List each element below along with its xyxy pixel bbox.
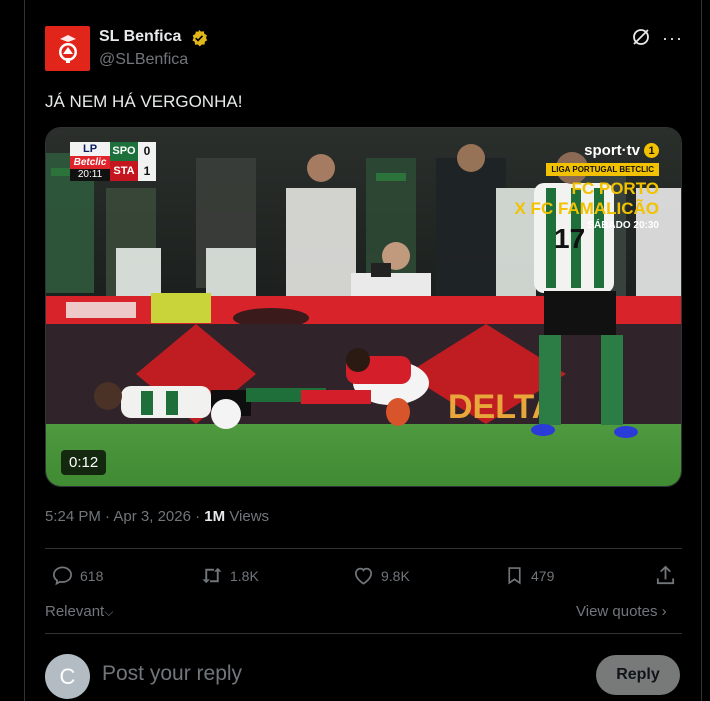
author-handle[interactable]: @SLBenfica	[99, 51, 188, 69]
reply-button[interactable]: Reply	[596, 655, 680, 695]
channel-logo: sport·tv	[584, 142, 640, 159]
sponsor-label: Betclic	[70, 156, 110, 169]
like-count: 9.8K	[381, 567, 410, 584]
home-score: 0	[138, 142, 156, 161]
chevron-right-icon: ›	[661, 603, 667, 620]
bookmark-icon	[508, 567, 521, 585]
league-banner: LIGA PORTUGAL BETCLIC	[546, 163, 659, 176]
reply-action[interactable]: 618	[51, 564, 103, 587]
grok-icon[interactable]	[631, 27, 651, 47]
repost-icon	[202, 567, 222, 584]
like-action[interactable]: 9.8K	[352, 564, 410, 587]
view-quotes-label: View quotes	[576, 603, 658, 620]
divider	[45, 633, 682, 634]
repost-action[interactable]: 1.8K	[200, 564, 259, 587]
video-player[interactable]: DELTA 17 LP Betclic 20:11 SPO 0 STA 1 sp…	[45, 127, 682, 487]
post-time[interactable]: 5:24 PM	[45, 508, 101, 525]
bookmark-count: 479	[531, 567, 555, 584]
bookmark-action[interactable]: 479	[504, 564, 554, 587]
view-quotes-link[interactable]: View quotes ›	[576, 603, 667, 620]
scoreboard: LP Betclic 20:11 SPO 0 STA 1	[70, 142, 158, 181]
meta-separator: ·	[105, 508, 111, 525]
share-action[interactable]	[654, 564, 677, 587]
repost-count: 1.8K	[230, 567, 259, 584]
views-label: Views	[229, 508, 270, 525]
verified-badge-icon	[192, 29, 208, 47]
promo-team-2: X FC FAMALICÃO	[514, 199, 660, 218]
share-icon	[656, 565, 675, 585]
divider	[45, 548, 682, 549]
post-meta: 5:24 PM · Apr 3, 2026 · 1M Views	[45, 508, 269, 525]
reply-icon	[53, 566, 72, 586]
match-clock: 20:11	[70, 169, 110, 181]
reply-input[interactable]: Post your reply	[102, 662, 242, 686]
league-logo: LP	[70, 142, 110, 156]
views-count: 1M	[204, 508, 226, 525]
reply-count: 618	[80, 567, 104, 584]
meta-separator: ·	[195, 508, 201, 525]
more-options-icon[interactable]: ···	[662, 28, 683, 49]
promo-time: SÁBADO 20:30	[587, 220, 659, 231]
chevron-down-icon: ⌵	[104, 605, 114, 619]
home-team: SPO	[110, 142, 138, 161]
broadcaster-overlay: sport·tv 1 LIGA PORTUGAL BETCLIC FC PORT…	[514, 142, 660, 231]
sort-dropdown[interactable]: Relevant⌵	[45, 603, 113, 620]
video-duration: 0:12	[61, 450, 107, 475]
reply-avatar: C	[45, 654, 90, 699]
tweet-text: JÁ NEM HÁ VERGONHA!	[45, 92, 243, 111]
benfica-crest-icon	[58, 34, 77, 63]
away-team: STA	[110, 161, 138, 181]
sort-label: Relevant	[45, 603, 105, 620]
heart-icon	[354, 567, 373, 585]
channel-number: 1	[644, 143, 659, 158]
post-date[interactable]: Apr 3, 2026	[113, 508, 191, 525]
away-score: 1	[138, 161, 156, 181]
promo-team-1: FC PORTO	[571, 179, 659, 198]
author-display-name[interactable]: SL Benfica	[99, 28, 181, 46]
author-avatar[interactable]	[45, 26, 90, 71]
